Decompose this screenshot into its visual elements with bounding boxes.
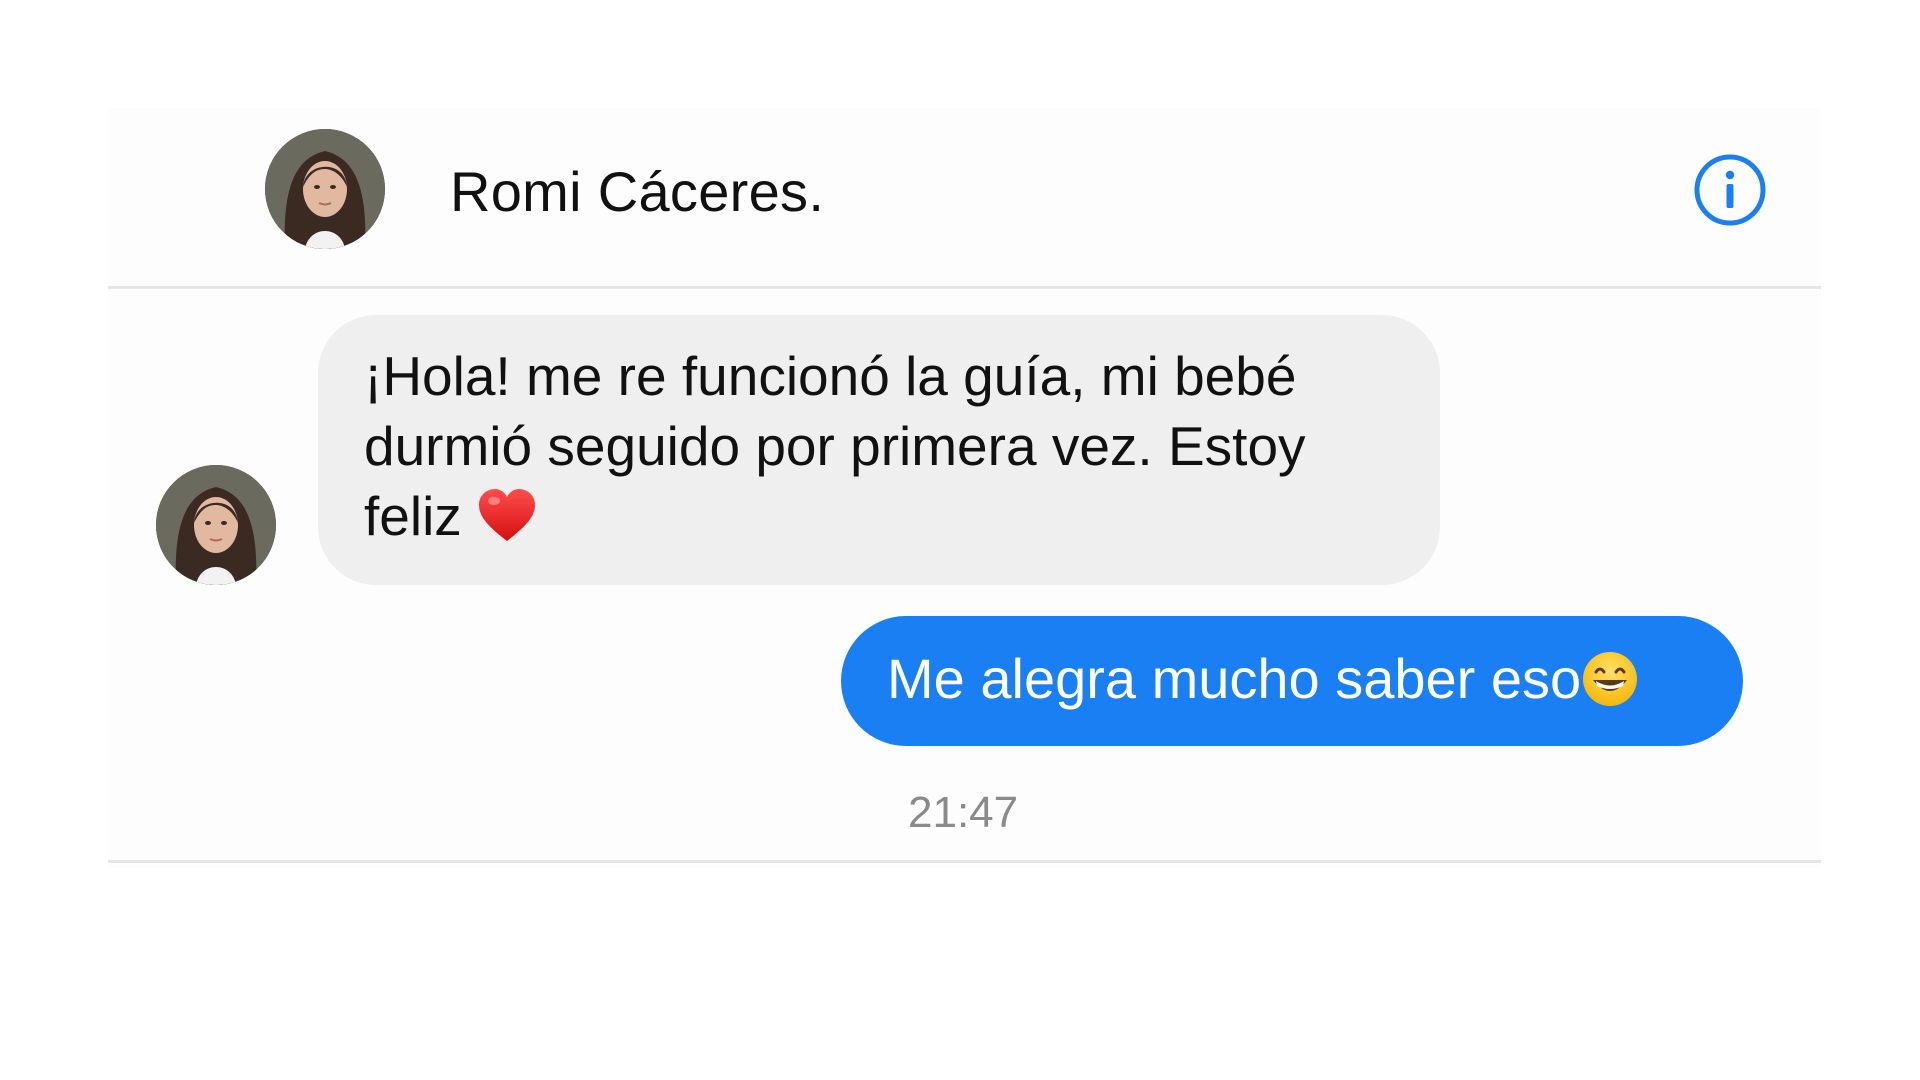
message-sender-avatar[interactable] [156,465,276,585]
outgoing-message-bubble[interactable]: Me alegra mucho saber eso [841,616,1743,746]
outgoing-message-text: Me alegra mucho saber eso [887,647,1582,710]
red-heart-icon [477,487,537,545]
contact-avatar[interactable] [265,129,385,249]
avatar-photo [156,465,276,585]
header-divider [108,286,1821,289]
info-icon[interactable] [1693,153,1767,227]
chat-header: Romi Cáceres. [108,108,1821,286]
grinning-face-icon [1581,650,1639,708]
chat-window: Romi Cáceres. ¡Hola! me re funcionó la g… [108,108,1821,868]
footer-divider [108,860,1821,863]
contact-name: Romi Cáceres. [450,160,825,223]
avatar-photo [265,129,385,249]
incoming-message-bubble[interactable]: ¡Hola! me re funcionó la guía, mi bebé d… [318,315,1440,585]
message-timestamp: 21:47 [908,788,1019,837]
